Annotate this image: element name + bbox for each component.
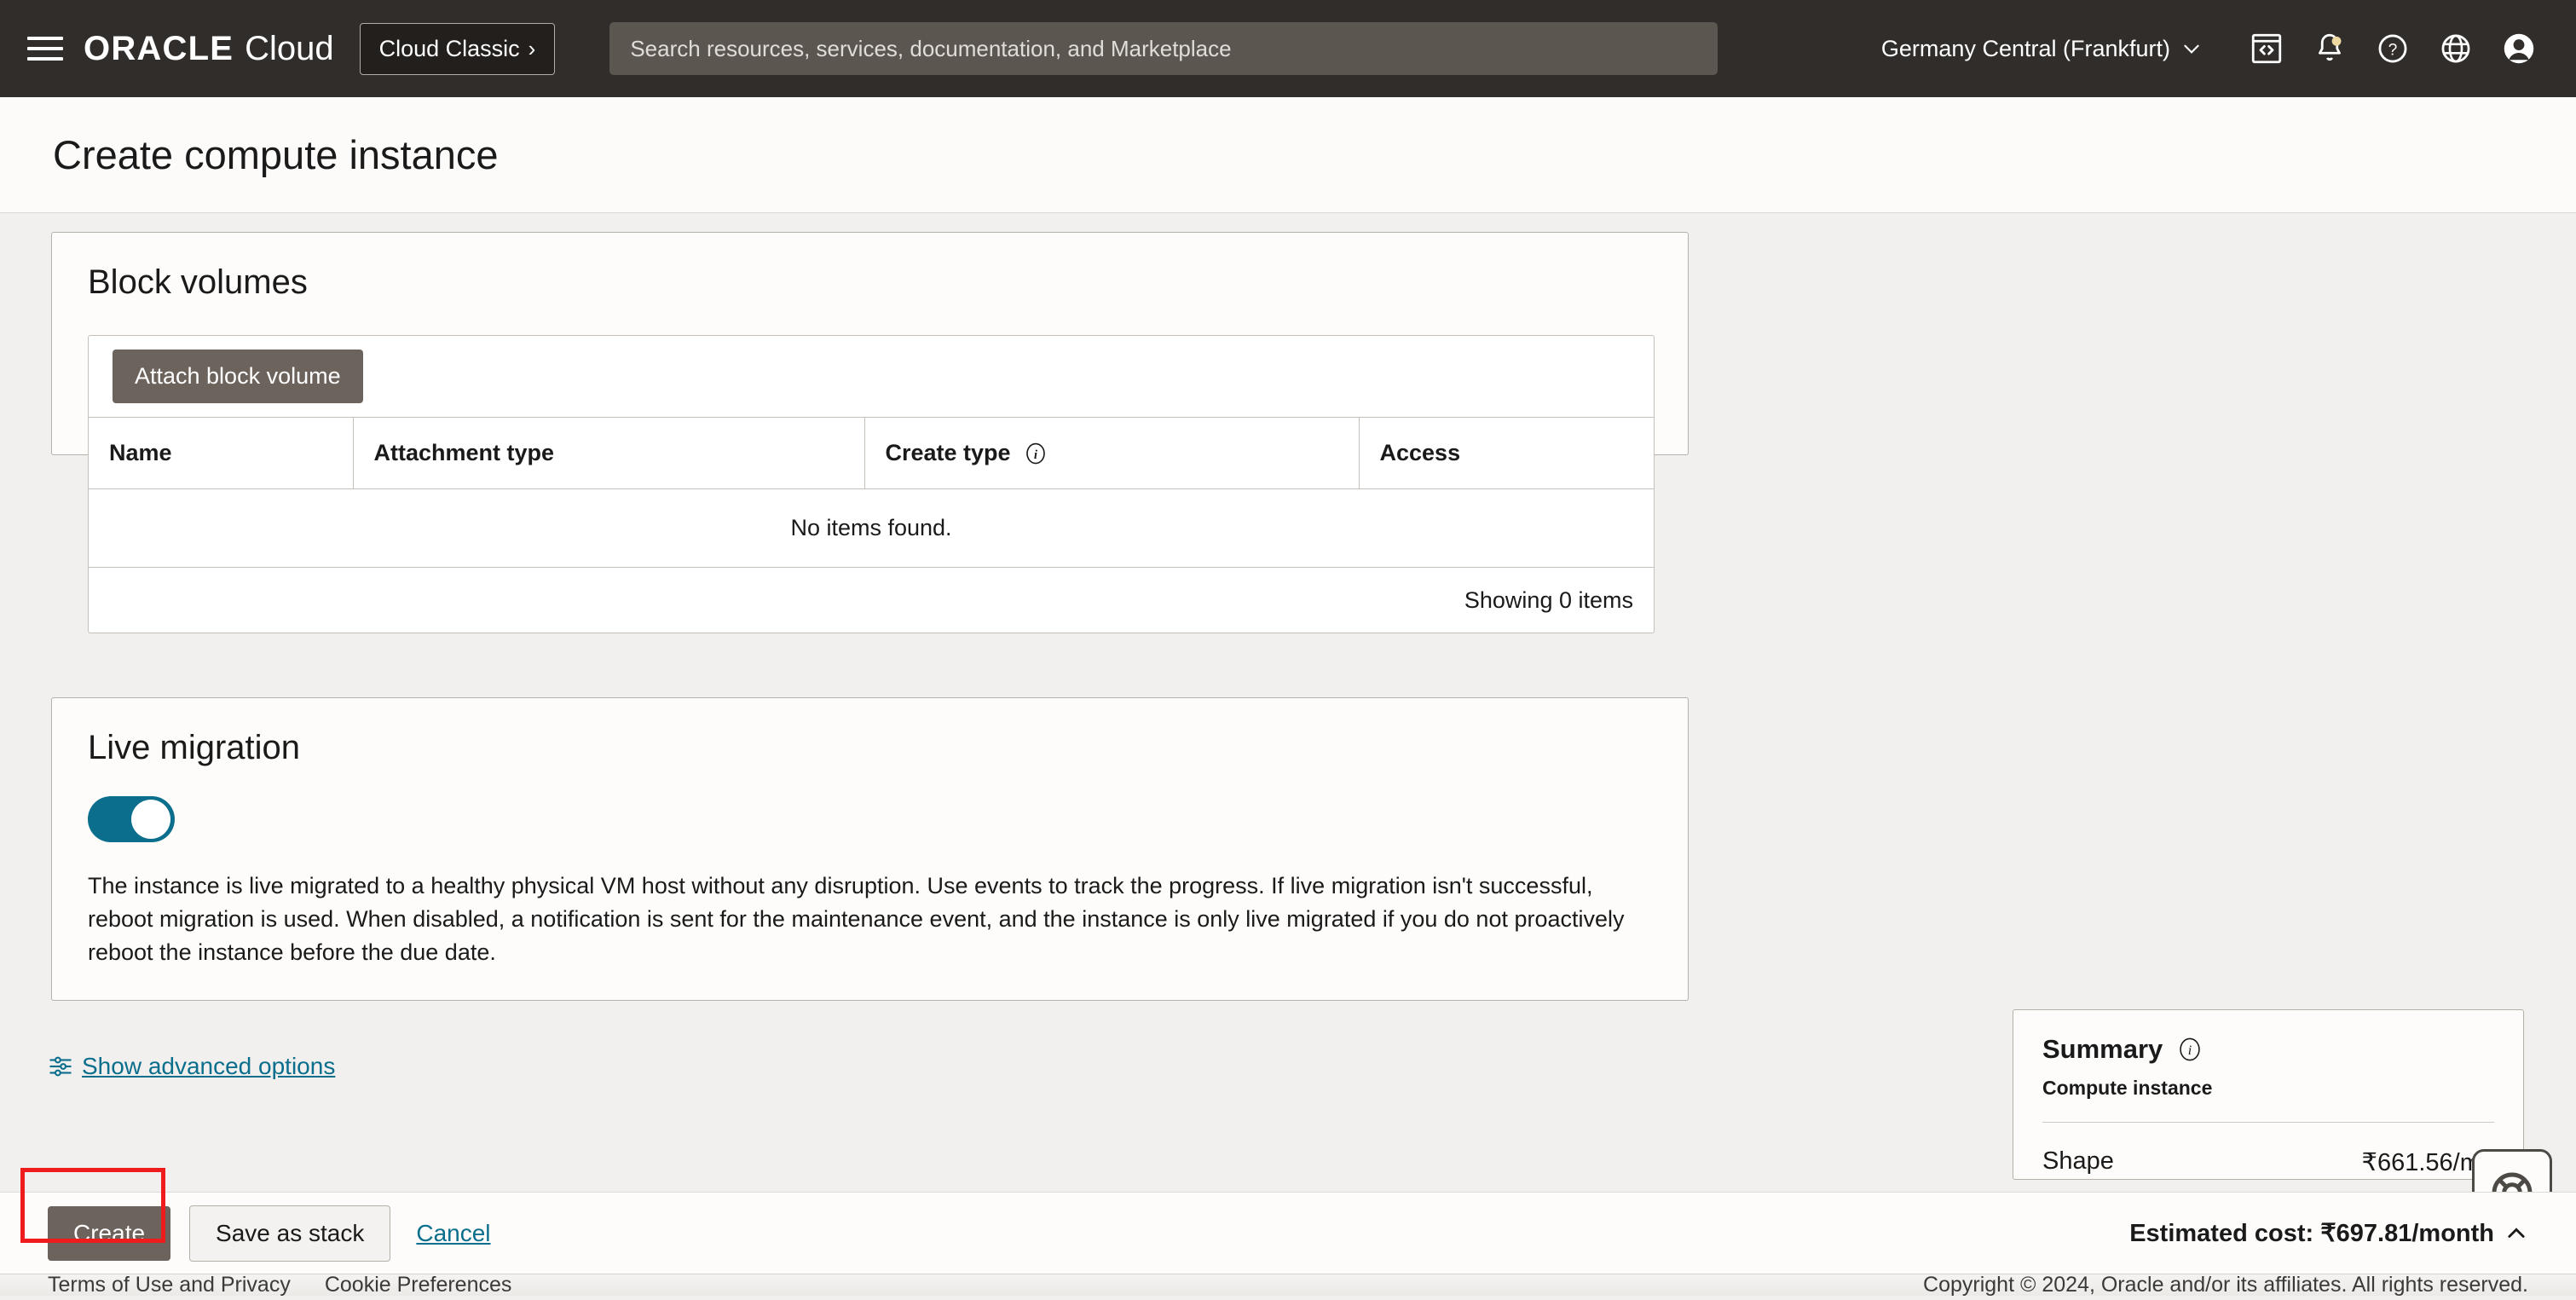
header-label-name: Name	[109, 440, 172, 466]
action-bar: Create Save as stack Cancel Estimated co…	[0, 1192, 2576, 1274]
footer-links: Terms of Use and Privacy Cookie Preferen…	[48, 1273, 511, 1297]
toggle-knob	[131, 800, 170, 839]
chevron-up-icon	[2504, 1222, 2528, 1245]
create-button[interactable]: Create	[48, 1206, 170, 1261]
table-header-row: Name Attachment type Create type i	[89, 418, 1654, 489]
showing-count: Showing 0 items	[1464, 587, 1633, 614]
summary-label-shape: Shape	[2042, 1147, 2114, 1177]
summary-title: Summary	[2042, 1034, 2163, 1065]
attach-block-volume-button[interactable]: Attach block volume	[113, 350, 363, 403]
search-container	[609, 22, 1718, 75]
block-volumes-table: Name Attachment type Create type i	[89, 418, 1654, 568]
svg-text:?: ?	[2388, 42, 2398, 60]
block-volumes-card: Block volumes Attach block volume Name A…	[51, 232, 1689, 455]
column-header-create-type[interactable]: Create type i	[864, 418, 1359, 489]
cancel-link[interactable]: Cancel	[416, 1220, 490, 1247]
header-label-create-type: Create type	[886, 440, 1011, 466]
cookie-preferences-link[interactable]: Cookie Preferences	[325, 1273, 512, 1297]
svg-text:i: i	[2188, 1043, 2192, 1058]
summary-divider-top	[2042, 1122, 2494, 1123]
svg-text:i: i	[1033, 448, 1037, 461]
copyright-text: Copyright © 2024, Oracle and/or its affi…	[1923, 1273, 2528, 1297]
cloud-shell-icon[interactable]	[2235, 17, 2298, 80]
info-icon[interactable]: i	[1023, 441, 1048, 466]
search-input[interactable]	[609, 22, 1718, 75]
global-header: ORACLE Cloud Cloud Classic › Germany Cen…	[0, 0, 2576, 97]
table-footer: Showing 0 items	[89, 568, 1654, 633]
region-label: Germany Central (Frankfurt)	[1881, 36, 2170, 62]
brand-cloud-text: Cloud	[245, 30, 334, 68]
region-selector[interactable]: Germany Central (Frankfurt)	[1881, 36, 2203, 62]
main-content: Block volumes Attach block volume Name A…	[0, 213, 2576, 1192]
cloud-classic-button[interactable]: Cloud Classic ›	[360, 23, 556, 75]
estimated-cost-label: Estimated cost: ₹697.81/month	[2129, 1218, 2494, 1248]
summary-row-shape: Shape ₹661.56/mo	[2042, 1140, 2494, 1185]
header-right-group: Germany Central (Frankfurt) ?	[1881, 17, 2550, 80]
column-header-name[interactable]: Name	[89, 418, 353, 489]
live-migration-card: Live migration The instance is live migr…	[51, 697, 1689, 1001]
column-header-attachment-type[interactable]: Attachment type	[353, 418, 864, 489]
header-label-attachment-type: Attachment type	[374, 440, 555, 466]
page-footer: Terms of Use and Privacy Cookie Preferen…	[0, 1274, 2576, 1296]
summary-header: Summary i	[2042, 1034, 2494, 1065]
header-label-access: Access	[1380, 440, 1461, 466]
block-volumes-heading: Block volumes	[52, 233, 1688, 302]
table-toolbar: Attach block volume	[89, 336, 1654, 418]
save-as-stack-button[interactable]: Save as stack	[189, 1205, 390, 1262]
block-volumes-table-wrapper: Attach block volume Name Attachment type	[88, 335, 1655, 633]
brand-oracle-text: ORACLE	[84, 30, 234, 68]
column-header-access[interactable]: Access	[1359, 418, 1654, 489]
estimated-cost-toggle[interactable]: Estimated cost: ₹697.81/month	[2129, 1218, 2528, 1248]
show-advanced-options-link[interactable]: Show advanced options	[48, 1053, 335, 1080]
terms-of-use-link[interactable]: Terms of Use and Privacy	[48, 1273, 291, 1297]
table-empty-row: No items found.	[89, 489, 1654, 568]
chevron-down-icon	[2180, 38, 2203, 60]
sliders-options-icon	[48, 1054, 73, 1079]
help-question-icon[interactable]: ?	[2361, 17, 2424, 80]
hamburger-menu-icon[interactable]	[26, 32, 65, 66]
user-avatar-icon[interactable]	[2487, 17, 2550, 80]
footer-copyright: Copyright © 2024, Oracle and/or its affi…	[1923, 1273, 2528, 1297]
language-globe-icon[interactable]	[2424, 17, 2487, 80]
advanced-options-label: Show advanced options	[82, 1053, 335, 1080]
empty-message: No items found.	[89, 489, 1654, 568]
chevron-right-icon: ›	[528, 36, 536, 62]
live-migration-toggle[interactable]	[88, 796, 175, 842]
live-migration-heading: Live migration	[52, 698, 1688, 767]
page-title-bar: Create compute instance	[0, 97, 2576, 213]
oracle-cloud-logo[interactable]: ORACLE Cloud	[84, 30, 334, 68]
cloud-classic-label: Cloud Classic	[379, 36, 520, 62]
summary-subtitle: Compute instance	[2042, 1077, 2494, 1100]
info-icon[interactable]: i	[2176, 1036, 2203, 1063]
notifications-bell-icon[interactable]	[2298, 17, 2361, 80]
summary-panel: Summary i Compute instance Shape ₹661.56…	[2013, 1009, 2524, 1180]
page-title: Create compute instance	[53, 131, 499, 178]
live-migration-description: The instance is live migrated to a healt…	[52, 842, 1663, 969]
